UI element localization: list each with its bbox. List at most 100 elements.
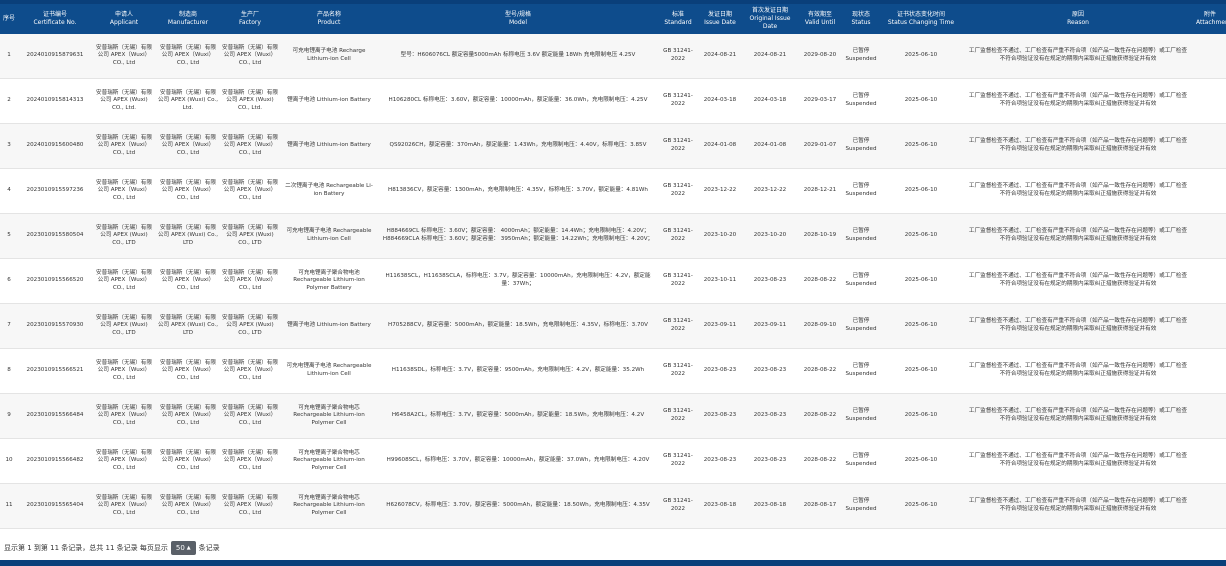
cell-reason: 工厂监督检查不通过、工厂检查有严重不符合项（如产品一致性存在问题等）或工厂检查不… xyxy=(962,393,1194,439)
cell-attachment xyxy=(1194,393,1226,439)
cell-cert: 2023010915566484 xyxy=(18,393,92,439)
cell-model: H6458A2CL，标称电压：3.7V，额定容量：5000mAh，额定能量：18… xyxy=(378,393,658,439)
table-row: 3 2024010915600480 安普瑞斯（无锡）有限公司 APEX（Wuxi）… xyxy=(0,123,1226,169)
cell-no: 3 xyxy=(0,123,18,169)
page-size-dropdown[interactable]: 50 ▲ xyxy=(170,541,196,555)
cell-change: 2025-06-10 xyxy=(880,438,962,484)
cell-reason: 工厂监督检查不通过、工厂检查有严重不符合项（如产品一致性存在问题等）或工厂检查不… xyxy=(962,213,1194,259)
column-header-cn: 原因 xyxy=(1071,11,1084,18)
cell-attachment xyxy=(1194,34,1226,79)
cell-cert: 2023010915566521 xyxy=(18,348,92,394)
column-header-cn: 产品名称 xyxy=(316,11,341,18)
table-row: 1 2024010915879631 安普瑞斯（无锡）有限公司 APEX（Wuxi）… xyxy=(0,34,1226,79)
certificate-table-container: 序号 证书编号 Certificate No. 申请人 Applicant 制造商 Manu… xyxy=(0,4,1226,529)
cell-original: 2023-12-22 xyxy=(742,168,798,214)
column-header-en: Certificate No. xyxy=(33,19,77,26)
column-header-factory: 生产厂 Factory xyxy=(220,4,280,34)
cell-applicant: 安普瑞斯（无锡）有限公司 APEX（Wuxi）CO., Ltd xyxy=(92,438,156,484)
column-header-original: 首次发证日期 Original Issue Date xyxy=(742,4,798,34)
cell-no: 1 xyxy=(0,34,18,79)
cell-no: 6 xyxy=(0,258,18,304)
cell-valid: 2028-08-22 xyxy=(798,393,842,439)
cell-product: 二次锂离子电池 Rechargeable Li-ion Battery xyxy=(280,168,378,214)
column-header-en: Status xyxy=(851,19,871,26)
cell-change: 2025-06-10 xyxy=(880,393,962,439)
cell-valid: 2029-01-07 xyxy=(798,123,842,169)
cell-cert: 2023010915597236 xyxy=(18,168,92,214)
cell-status: 已暂停 Suspended xyxy=(842,123,880,169)
cell-no: 2 xyxy=(0,78,18,124)
cell-attachment xyxy=(1194,483,1226,529)
cell-change: 2025-06-10 xyxy=(880,483,962,529)
cell-original: 2024-01-08 xyxy=(742,123,798,169)
cell-model: H884669CL 标称电压：3.60V；额定容量： 4000mAh；额定能量：… xyxy=(378,213,658,259)
cell-model: H11638SDL，标称电压：3.7V，额定容量：9500mAh，充电限制电压：… xyxy=(378,348,658,394)
cell-original: 2023-09-11 xyxy=(742,303,798,349)
cell-applicant: 安普瑞斯（无锡）有限公司 APEX（Wuxi）CO., Ltd xyxy=(92,258,156,304)
cell-issue: 2024-01-08 xyxy=(698,123,742,169)
cell-product: 可充电锂离子聚合物电池 Rechargeable Lithium-ion Pol… xyxy=(280,258,378,304)
column-header-cn: 型号/规格 xyxy=(504,11,532,18)
cell-issue: 2023-09-11 xyxy=(698,303,742,349)
column-header-cn: 发证日期 xyxy=(707,11,732,18)
cell-status: 已暂停 Suspended xyxy=(842,168,880,214)
cell-cert: 2023010915565404 xyxy=(18,483,92,529)
cell-manufacturer: 安普瑞斯（无锡）有限公司 APEX (Wuxi) Co., LTD xyxy=(156,303,220,349)
cell-cert: 2024010915814313 xyxy=(18,78,92,124)
column-header-cn: 有效期至 xyxy=(807,11,832,18)
cell-attachment xyxy=(1194,78,1226,124)
cell-manufacturer: 安普瑞斯（无锡）有限公司 APEX（Wuxi）CO., Ltd xyxy=(156,483,220,529)
cell-cert: 2023010915580504 xyxy=(18,213,92,259)
column-header-en: Factory xyxy=(239,19,261,26)
cell-model: H705288CV，额定容量：5000mAh，额定能量：18.5Wh，充电限制电… xyxy=(378,303,658,349)
cell-factory: 安普瑞斯（无锡）有限公司 APEX（Wuxi）CO., Ltd xyxy=(220,168,280,214)
table-row: 2 2024010915814313 安普瑞斯（无锡）有限公司 APEX (Wuxi… xyxy=(0,78,1226,124)
cell-status: 已暂停 Suspended xyxy=(842,258,880,304)
cell-model: H99608SCL，标称电压：3.70V，额定容量：10000mAh，额定能量：… xyxy=(378,438,658,484)
cell-attachment xyxy=(1194,123,1226,169)
cell-standard: GB 31241-2022 xyxy=(658,438,698,484)
column-header-cn: 标准 xyxy=(671,11,684,18)
cell-reason: 工厂监督检查不通过、工厂检查有严重不符合项（如产品一致性存在问题等）或工厂检查不… xyxy=(962,348,1194,394)
cell-valid: 2028-08-22 xyxy=(798,258,842,304)
cell-reason: 工厂监督检查不通过、工厂检查有严重不符合项（如产品一致性存在问题等）或工厂检查不… xyxy=(962,483,1194,529)
cell-valid: 2028-09-10 xyxy=(798,303,842,349)
table-row: 10 2023010915566482 安普瑞斯（无锡）有限公司 APEX（Wuxi… xyxy=(0,438,1226,484)
column-header-en: Valid Until xyxy=(804,19,836,26)
cell-applicant: 安普瑞斯（无锡）有限公司 APEX（Wuxi）CO., Ltd xyxy=(92,393,156,439)
column-header-en: Standard xyxy=(664,19,692,26)
cell-standard: GB 31241-2022 xyxy=(658,123,698,169)
cell-issue: 2023-08-23 xyxy=(698,348,742,394)
column-header-standard: 标准 Standard xyxy=(658,4,698,34)
cell-factory: 安普瑞斯（无锡）有限公司 APEX（Wuxi）CO., Ltd xyxy=(220,348,280,394)
cell-attachment xyxy=(1194,168,1226,214)
cell-status: 已暂停 Suspended xyxy=(842,483,880,529)
caret-up-icon: ▲ xyxy=(186,545,191,551)
cell-issue: 2023-08-18 xyxy=(698,483,742,529)
cell-original: 2024-08-21 xyxy=(742,34,798,79)
cell-reason: 工厂监督检查不通过、工厂检查有严重不符合项（如产品一致性存在问题等）或工厂检查不… xyxy=(962,78,1194,124)
cell-factory: 安普瑞斯（无锡）有限公司 APEX (Wuxi) CO., Ltd. xyxy=(220,78,280,124)
column-header-reason: 原因 Reason xyxy=(962,4,1194,34)
cell-manufacturer: 安普瑞斯（无锡）有限公司 APEX (Wuxi) Co., LTD xyxy=(156,213,220,259)
cell-no: 5 xyxy=(0,213,18,259)
table-row: 8 2023010915566521 安普瑞斯（无锡）有限公司 APEX（Wuxi）… xyxy=(0,348,1226,394)
cell-reason: 工厂监督检查不通过、工厂检查有严重不符合项（如产品一致性存在问题等）或工厂检查不… xyxy=(962,438,1194,484)
cell-change: 2025-06-10 xyxy=(880,303,962,349)
column-header-manufacturer: 制造商 Manufacturer xyxy=(156,4,220,34)
column-header-change: 证书状态变化时间 Status Changing Time xyxy=(880,4,962,34)
column-header-attachment: 附件Attachment xyxy=(1194,4,1226,34)
page-size-value: 50 xyxy=(175,544,185,552)
cell-issue: 2023-08-23 xyxy=(698,438,742,484)
table-header-row: 序号 证书编号 Certificate No. 申请人 Applicant 制造商 Manu… xyxy=(0,4,1226,34)
column-header-en: Issue Date xyxy=(704,19,736,26)
cell-status: 已暂停 Suspended xyxy=(842,303,880,349)
column-header-applicant: 申请人 Applicant xyxy=(92,4,156,34)
records-summary: 显示第 1 到第 11 条记录，总共 11 条记录 xyxy=(4,544,138,552)
cell-standard: GB 31241-2022 xyxy=(658,258,698,304)
column-header-cn: 序号 xyxy=(2,15,15,22)
column-header-valid: 有效期至 Valid Until xyxy=(798,4,842,34)
cell-product: 可充电锂离子聚合物电芯 Rechargeable Lithium-ion Pol… xyxy=(280,393,378,439)
cell-manufacturer: 安普瑞斯（无锡）有限公司 APEX（Wuxi）CO., Ltd xyxy=(156,34,220,79)
column-header-cn: 证书编号 xyxy=(42,11,67,18)
